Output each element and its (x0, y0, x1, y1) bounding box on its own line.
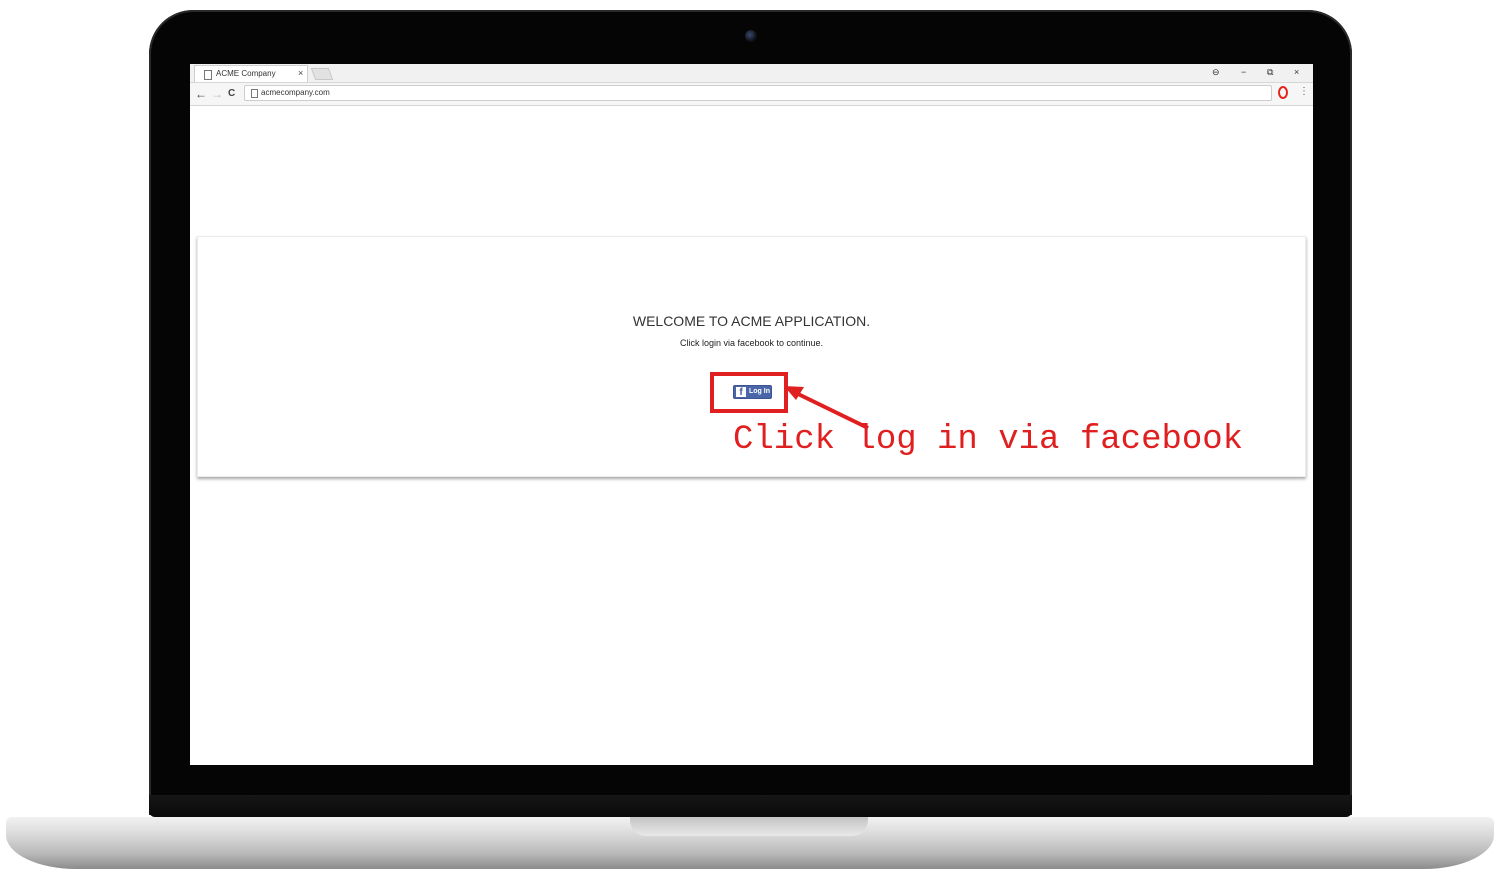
browser-window: ACME Company × ⊖ − ⧉ × ← → C acmecompany… (190, 64, 1313, 765)
restore-button[interactable]: ⧉ (1267, 66, 1273, 78)
page-info-icon (251, 89, 258, 98)
url-text[interactable]: acmecompany.com (261, 88, 330, 97)
annotation-text: Click log in via facebook (733, 421, 1244, 459)
browser-menu-icon[interactable]: ⋮ (1299, 85, 1309, 99)
forward-button[interactable]: → (211, 87, 223, 101)
laptop-notch (630, 817, 868, 836)
minimize-button[interactable]: − (1241, 66, 1246, 78)
reload-button[interactable]: C (228, 87, 235, 101)
tab-acme-company[interactable]: ACME Company × (194, 65, 308, 82)
tab-close-icon[interactable]: × (298, 68, 303, 78)
back-button[interactable]: ← (195, 87, 207, 101)
browser-toolbar: ← → C acmecompany.com ⋮ (190, 83, 1313, 106)
tab-bar: ACME Company × ⊖ − ⧉ × (190, 64, 1313, 83)
address-bar[interactable]: acmecompany.com (244, 85, 1272, 101)
new-tab-button[interactable] (310, 68, 334, 80)
webcam-icon (745, 30, 757, 42)
opera-icon[interactable] (1278, 86, 1288, 99)
close-window-button[interactable]: × (1294, 66, 1299, 78)
welcome-title: WELCOME TO ACME APPLICATION. (632, 313, 871, 329)
account-icon[interactable]: ⊖ (1212, 66, 1220, 78)
laptop-hinge (149, 795, 1352, 817)
highlight-box (710, 372, 788, 413)
page-icon (204, 70, 212, 80)
login-instruction: Click login via facebook to continue. (679, 338, 824, 348)
tab-title: ACME Company (216, 69, 276, 78)
